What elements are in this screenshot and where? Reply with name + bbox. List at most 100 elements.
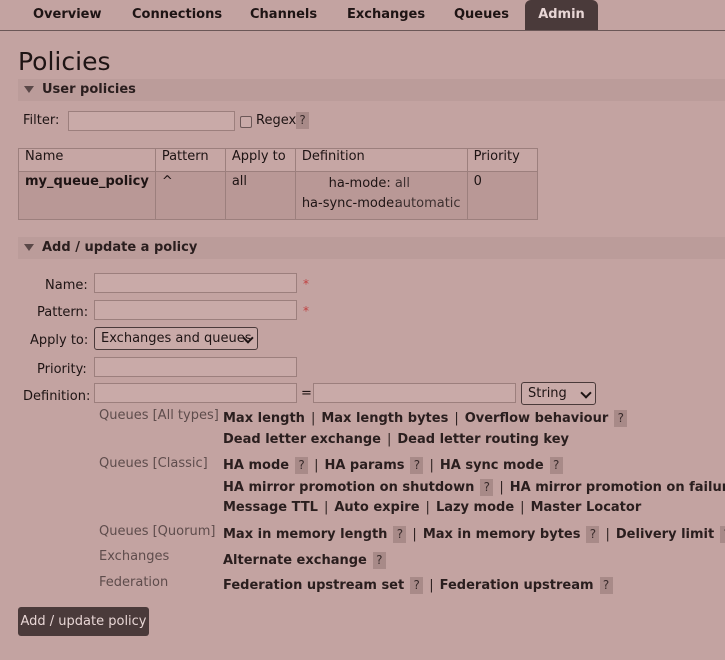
definition-key: ha-sync-mode: <box>301 196 399 211</box>
pattern-input[interactable] <box>94 300 297 320</box>
key-link-master-locator[interactable]: Master Locator <box>531 500 642 515</box>
definition-type-select[interactable]: String <box>521 382 596 405</box>
key-link-max-in-memory-length[interactable]: Max in memory length <box>223 527 387 542</box>
key-link-dead-letter-exchange[interactable]: Dead letter exchange <box>223 432 381 447</box>
required-marker: * <box>303 277 309 291</box>
section-title: User policies <box>42 82 136 97</box>
key-link-max-length-bytes[interactable]: Max length bytes <box>321 411 448 426</box>
key-link-ha-sync-mode[interactable]: HA sync mode <box>440 458 544 473</box>
alternate-exchange-help-icon[interactable]: ? <box>372 552 386 569</box>
policies-table: Name Pattern Apply to Definition Priorit… <box>18 148 538 220</box>
policy-name-cell[interactable]: my_queue_policy <box>18 171 156 220</box>
key-link-max-in-memory-bytes[interactable]: Max in memory bytes <box>423 527 581 542</box>
category-label-queues-all-types: Queues [All types] <box>99 408 219 423</box>
tab-admin[interactable]: Admin <box>525 0 598 30</box>
definition-value: automatic <box>394 196 461 211</box>
key-link-federation-upstream-set[interactable]: Federation upstream set <box>223 578 404 593</box>
category-label-queues-quorum: Queues [Quorum] <box>99 524 216 539</box>
max-in-memory-bytes-help-icon[interactable]: ? <box>586 526 600 543</box>
key-link-lazy-mode[interactable]: Lazy mode <box>436 500 514 515</box>
definition-key: ha-mode: <box>328 176 391 191</box>
separator: | <box>605 527 610 542</box>
column-header-pattern: Pattern <box>154 148 226 172</box>
ha-promotion-shutdown-help-icon[interactable]: ? <box>480 479 494 496</box>
definition-key-input[interactable] <box>94 383 297 403</box>
filter-label: Filter: <box>23 113 60 128</box>
ha-mode-help-icon[interactable]: ? <box>295 457 309 474</box>
tab-exchanges[interactable]: Exchanges <box>347 0 425 30</box>
category-label-federation: Federation <box>99 575 169 590</box>
category-label-exchanges: Exchanges <box>99 549 170 564</box>
priority-label: Priority: <box>37 362 87 377</box>
regex-checkbox[interactable] <box>240 116 252 128</box>
separator: | <box>520 500 525 515</box>
table-header-row: Name Pattern Apply to Definition Priorit… <box>18 148 538 172</box>
tab-overview[interactable]: Overview <box>33 0 102 30</box>
name-label: Name: <box>45 278 88 293</box>
table-row[interactable]: my_queue_policy ^ all ha-mode: all ha-syn… <box>18 171 538 220</box>
separator: | <box>314 458 319 473</box>
filter-input[interactable] <box>68 111 235 131</box>
key-link-max-length[interactable]: Max length <box>223 411 305 426</box>
column-header-definition: Definition <box>294 148 468 172</box>
policy-priority-cell: 0 <box>466 171 538 220</box>
separator: | <box>429 458 434 473</box>
policy-keys-row: Max length | Max length bytes | Overflow beh… <box>223 410 628 427</box>
tab-queues[interactable]: Queues <box>454 0 509 30</box>
definition-label: Definition: <box>23 389 91 404</box>
priority-input[interactable] <box>94 357 297 377</box>
policy-apply-to-cell: all <box>224 171 296 220</box>
key-link-ha-mode[interactable]: HA mode <box>223 458 289 473</box>
tab-connections[interactable]: Connections <box>132 0 222 30</box>
key-link-ha-promotion-on-failure[interactable]: HA mirror promotion on failure <box>510 480 725 495</box>
key-link-federation-upstream[interactable]: Federation upstream <box>440 578 594 593</box>
policy-keys-row: Max in memory length? | Max in memory byte… <box>223 526 725 543</box>
chevron-down-icon <box>580 387 592 399</box>
regex-label: Regex <box>256 113 297 128</box>
key-link-ha-promotion-on-shutdown[interactable]: HA mirror promotion on shutdown <box>223 480 474 495</box>
key-link-dead-letter-routing-key[interactable]: Dead letter routing key <box>397 432 569 447</box>
key-link-auto-expire[interactable]: Auto expire <box>334 500 419 515</box>
ha-sync-mode-help-icon[interactable]: ? <box>549 457 563 474</box>
definition-value: all <box>394 176 411 191</box>
column-header-priority: Priority <box>466 148 538 172</box>
max-in-memory-length-help-icon[interactable]: ? <box>393 526 407 543</box>
apply-to-label: Apply to: <box>30 333 89 348</box>
policy-keys-row: Dead letter exchange | Dead letter routing… <box>223 432 569 447</box>
ha-params-help-icon[interactable]: ? <box>410 457 424 474</box>
federation-upstream-help-icon[interactable]: ? <box>599 577 613 594</box>
separator: | <box>386 432 392 447</box>
separator: | <box>323 500 329 515</box>
key-link-overflow-behaviour[interactable]: Overflow behaviour <box>465 411 609 426</box>
apply-to-selected-value: Exchanges and queues <box>101 331 252 346</box>
apply-to-select[interactable]: Exchanges and queues <box>94 327 258 350</box>
column-header-name: Name <box>18 148 156 172</box>
required-marker: * <box>303 304 309 318</box>
delivery-limit-help-icon[interactable]: ? <box>720 526 725 543</box>
key-link-message-ttl[interactable]: Message TTL <box>223 500 318 515</box>
policy-keys-row: HA mirror promotion on shutdown? | HA mirr… <box>223 479 725 496</box>
federation-upstream-set-help-icon[interactable]: ? <box>410 577 424 594</box>
collapse-triangle-icon <box>24 243 34 251</box>
regex-help-icon[interactable]: ? <box>296 112 309 129</box>
definition-entry: ha-sync-mode:automatic <box>302 194 461 214</box>
key-link-ha-params[interactable]: HA params <box>324 458 404 473</box>
policy-keys-row: Federation upstream set? | Federation upst… <box>223 577 613 594</box>
policy-keys-row: HA mode? | HA params? | HA sync mode? <box>223 457 563 474</box>
name-input[interactable] <box>94 273 297 293</box>
overflow-behaviour-help-icon[interactable]: ? <box>614 410 628 427</box>
separator: | <box>454 411 459 426</box>
section-add-policy-toggle[interactable]: Add / update a policy <box>18 237 725 259</box>
key-link-delivery-limit[interactable]: Delivery limit <box>616 527 714 542</box>
separator: | <box>499 480 504 495</box>
tab-channels[interactable]: Channels <box>250 0 317 30</box>
policy-keys-row: Alternate exchange? <box>223 552 386 569</box>
add-update-policy-button[interactable]: Add / update policy <box>18 607 149 636</box>
section-user-policies-toggle[interactable]: User policies <box>18 79 725 101</box>
key-link-alternate-exchange[interactable]: Alternate exchange <box>223 553 367 568</box>
top-nav: Overview Connections Channels Exchanges … <box>0 0 725 31</box>
definition-value-input[interactable] <box>313 383 516 403</box>
equals-sign: = <box>301 386 312 401</box>
category-label-queues-classic: Queues [Classic] <box>99 456 208 471</box>
page-title: Policies <box>18 47 111 76</box>
